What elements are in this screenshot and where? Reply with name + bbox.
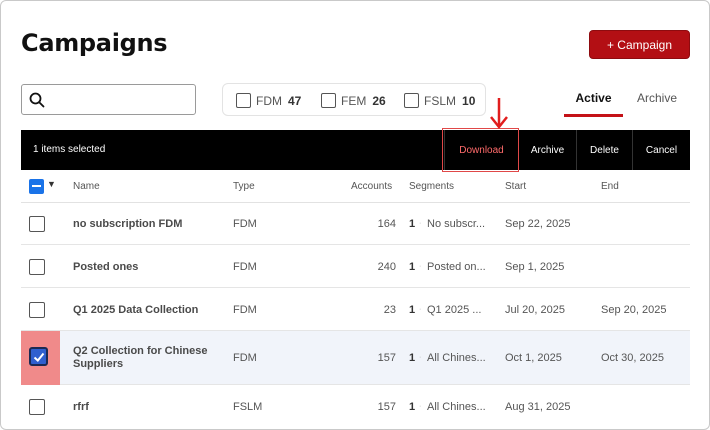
delete-button[interactable]: Delete: [576, 130, 632, 170]
column-header-end[interactable]: End: [601, 181, 619, 192]
campaign-name[interactable]: no subscription FDM: [73, 218, 182, 231]
table-row[interactable]: rfrf FSLM 157 1 · All Chines... Aug 31, …: [21, 385, 690, 429]
campaign-name[interactable]: rfrf: [73, 401, 89, 414]
bulk-action-bar: 1 items selected Download Archive Delete…: [21, 130, 690, 170]
row-checkbox-checked[interactable]: [29, 347, 48, 366]
segment-separator: ·: [419, 403, 422, 410]
row-checkbox[interactable]: [29, 216, 45, 232]
page-title: Campaigns: [21, 29, 168, 57]
search-box[interactable]: [21, 84, 196, 115]
filter-fdm-label: FDM: [256, 93, 282, 108]
filter-fdm-count: 47: [288, 93, 302, 108]
app-window: Campaigns + Campaign FDM 47 FEM 26 FSLM …: [0, 0, 710, 430]
table-row[interactable]: no subscription FDM FDM 164 1 · No subsc…: [21, 203, 690, 245]
column-header-accounts[interactable]: Accounts: [351, 181, 392, 192]
start-date: Sep 22, 2025: [505, 218, 571, 230]
archive-button[interactable]: Archive: [518, 130, 576, 170]
campaign-accounts: 164: [377, 218, 396, 230]
segment-name: Posted on...: [427, 261, 486, 273]
row-checkbox[interactable]: [29, 302, 45, 318]
campaign-type: FDM: [233, 304, 257, 316]
cancel-button[interactable]: Cancel: [632, 130, 690, 170]
segment-count: 1: [409, 261, 416, 273]
campaign-accounts: 157: [377, 352, 396, 364]
segment-count: 1: [409, 401, 416, 413]
tab-active[interactable]: Active: [564, 91, 623, 105]
start-date: Aug 31, 2025: [505, 401, 571, 413]
filter-fdm[interactable]: FDM 47: [236, 92, 301, 109]
segment-separator: ·: [419, 354, 422, 361]
end-date: Sep 20, 2025: [601, 304, 667, 316]
segment-name: All Chines...: [427, 352, 486, 364]
filter-fslm[interactable]: FSLM 10: [404, 92, 475, 109]
selected-row-highlight: [21, 331, 60, 385]
campaign-name[interactable]: Q1 2025 Data Collection: [73, 304, 198, 317]
segment-count: 1: [409, 304, 416, 316]
campaign-accounts: 23: [383, 304, 396, 316]
table-row-selected[interactable]: Q2 Collection for Chinese Suppliers FDM …: [21, 331, 690, 385]
filter-fslm-count: 10: [462, 93, 476, 108]
end-date: Oct 30, 2025: [601, 352, 664, 364]
start-date: Sep 1, 2025: [505, 261, 565, 273]
search-input[interactable]: [52, 89, 190, 111]
filter-fem-count: 26: [372, 93, 386, 108]
type-filter-group: FDM 47 FEM 26 FSLM 10: [222, 83, 486, 116]
column-header-type[interactable]: Type: [233, 181, 255, 192]
start-date: Jul 20, 2025: [505, 304, 565, 316]
campaign-type: FSLM: [233, 401, 263, 413]
new-campaign-button[interactable]: + Campaign: [589, 30, 690, 59]
segment-name: Q1 2025 ...: [427, 304, 482, 316]
filter-fslm-label: FSLM: [424, 93, 457, 108]
tab-active-underline: [564, 114, 623, 117]
segment-count: 1: [409, 218, 416, 230]
search-icon: [29, 92, 45, 108]
segment-name: All Chines...: [427, 401, 486, 413]
campaign-name[interactable]: Posted ones: [73, 261, 138, 274]
select-all-checkbox[interactable]: [29, 179, 44, 194]
segment-name: No subscr...: [427, 218, 486, 230]
campaign-type: FDM: [233, 352, 257, 364]
campaign-accounts: 240: [377, 261, 396, 273]
arrow-down-icon: [490, 98, 508, 130]
row-checkbox[interactable]: [29, 259, 45, 275]
checkmark-icon: [33, 352, 45, 362]
column-header-segments[interactable]: Segments: [409, 181, 454, 192]
segment-separator: ·: [419, 263, 422, 270]
table-row[interactable]: Q1 2025 Data Collection FDM 23 1 · Q1 20…: [21, 288, 690, 331]
table-header: ▼ Name Type Accounts Segments Start End: [21, 170, 690, 203]
selection-count: 1 items selected: [33, 144, 106, 155]
segment-count: 1: [409, 352, 416, 364]
row-checkbox[interactable]: [29, 399, 45, 415]
filter-fslm-checkbox[interactable]: [404, 93, 419, 108]
campaign-accounts: 157: [377, 401, 396, 413]
filter-fdm-checkbox[interactable]: [236, 93, 251, 108]
tab-archive[interactable]: Archive: [631, 91, 683, 105]
chevron-down-icon[interactable]: ▼: [47, 179, 56, 189]
segment-separator: ·: [419, 220, 422, 227]
filter-fem[interactable]: FEM 26: [321, 92, 386, 109]
column-header-name[interactable]: Name: [73, 181, 100, 192]
campaign-type: FDM: [233, 261, 257, 273]
column-header-start[interactable]: Start: [505, 181, 526, 192]
table-row[interactable]: Posted ones FDM 240 1 · Posted on... Sep…: [21, 245, 690, 288]
filter-fem-label: FEM: [341, 93, 367, 108]
download-button[interactable]: Download: [444, 130, 518, 170]
segment-separator: ·: [419, 306, 422, 313]
campaign-type: FDM: [233, 218, 257, 230]
start-date: Oct 1, 2025: [505, 352, 562, 364]
filter-fem-checkbox[interactable]: [321, 93, 336, 108]
campaign-name[interactable]: Q2 Collection for Chinese Suppliers: [73, 345, 223, 371]
